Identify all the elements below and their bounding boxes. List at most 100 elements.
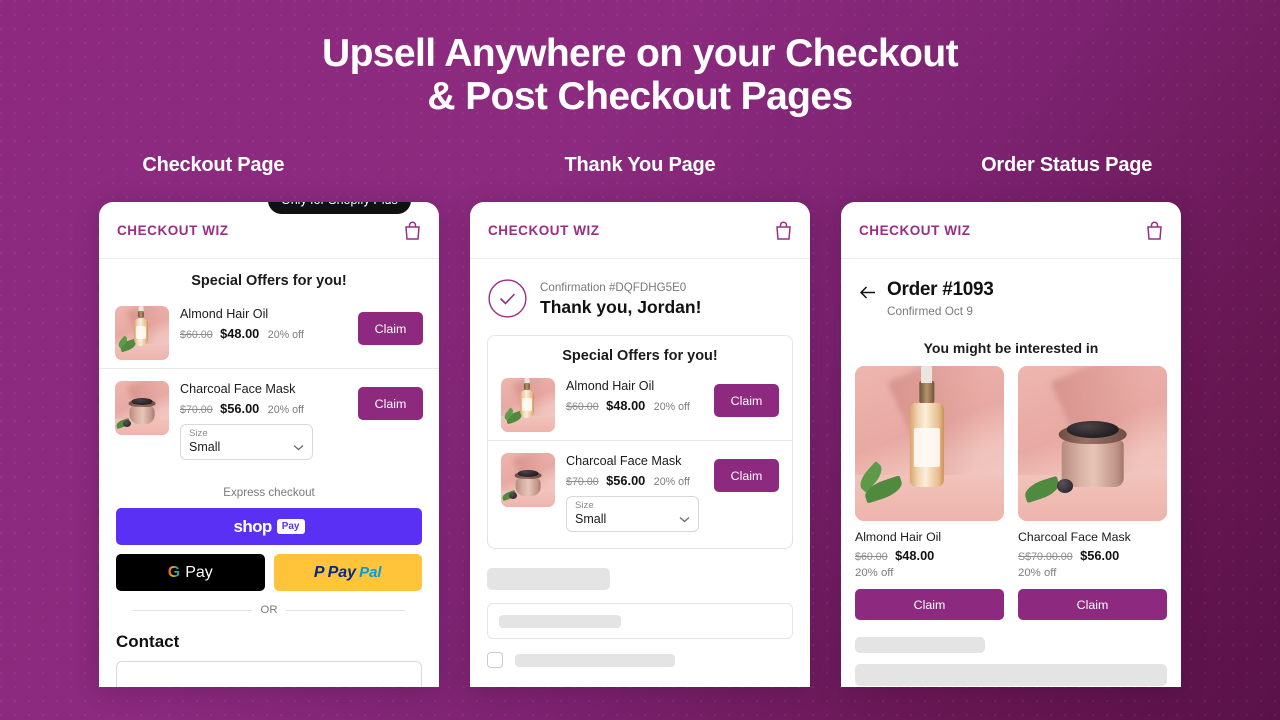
offer-name: Charcoal Face Mask (180, 382, 296, 396)
page-title-line2: & Post Checkout Pages (427, 75, 853, 118)
offer-row: Charcoal Face Mask $70.00 $56.00 20% off… (488, 440, 792, 540)
claim-button[interactable]: Claim (358, 387, 423, 420)
product-name: Charcoal Face Mask (1018, 530, 1131, 544)
checkbox[interactable] (487, 652, 503, 668)
placeholder-checkbox-row[interactable] (487, 652, 810, 668)
size-value: Small (575, 512, 607, 526)
product-old-price: $60.00 (855, 551, 888, 563)
offer-old-price: $70.00 (180, 404, 213, 416)
order-header: Order #1093 Confirmed Oct 9 (841, 259, 1181, 318)
brand-name: CHECKOUT WIZ (117, 222, 229, 238)
chevron-down-icon (293, 438, 304, 451)
google-pay-button[interactable]: G Pay (116, 554, 265, 591)
thank-you-page-card: CHECKOUT WIZ Confirmation #DQFDHG5E0 Tha… (470, 202, 810, 687)
product-discount: 20% off (855, 567, 894, 579)
column-title-order-status: Order Status Page (981, 154, 1153, 176)
offer-row: Almond Hair Oil $60.00 $48.00 20% off Cl… (488, 372, 792, 440)
offer-price: $48.00 (606, 398, 646, 413)
shop-pay-button[interactable]: shop Pay (116, 508, 422, 545)
product-price: $56.00 (1080, 548, 1120, 563)
claim-button[interactable]: Claim (714, 459, 779, 492)
size-select[interactable]: Size Small (180, 424, 313, 460)
product-card: Charcoal Face Mask S$70.00.00 $56.00 20%… (1018, 366, 1167, 620)
product-price: $48.00 (895, 548, 935, 563)
product-name: Almond Hair Oil (855, 530, 942, 544)
paypal-label-first: Pay (327, 563, 357, 581)
preview-cards: Only for Shopify Plus CHECKOUT WIZ Speci… (0, 202, 1280, 687)
offer-price: $56.00 (606, 473, 646, 488)
checkout-page-card: Only for Shopify Plus CHECKOUT WIZ Speci… (99, 202, 439, 687)
shopping-bag-icon[interactable] (404, 221, 421, 240)
shop-pay-pill: Pay (276, 519, 305, 534)
contact-input[interactable] (116, 661, 422, 687)
claim-button[interactable]: Claim (714, 384, 779, 417)
payment-buttons: shop Pay G Pay P Pay Pal OR (99, 508, 439, 616)
size-label: Size (189, 428, 208, 439)
brand-name: CHECKOUT WIZ (488, 222, 600, 238)
offer-prices: $70.00 $56.00 20% off (566, 472, 703, 490)
offer-prices: $70.00 $56.00 20% off (180, 400, 347, 418)
page-title-line1: Upsell Anywhere on your Checkout (322, 32, 959, 75)
recommendations-grid: Almond Hair Oil $60.00 $48.00 20% off Cl… (841, 366, 1181, 620)
claim-button[interactable]: Claim (1018, 589, 1167, 620)
express-checkout-label: Express checkout (223, 486, 315, 499)
column-title-checkout: Checkout Page (142, 154, 285, 176)
offer-old-price: $70.00 (566, 476, 599, 488)
product-card: Almond Hair Oil $60.00 $48.00 20% off Cl… (855, 366, 1004, 620)
contact-heading: Contact (116, 632, 180, 651)
product-old-price: S$70.00.00 (1018, 551, 1073, 563)
claim-button[interactable]: Claim (855, 589, 1004, 620)
size-value: Small (189, 440, 221, 454)
order-title: Order #1093 (887, 279, 994, 300)
google-pay-label: Pay (185, 563, 213, 581)
offer-name: Almond Hair Oil (180, 307, 269, 321)
confirmation-number: Confirmation #DQFDHG5E0 (540, 280, 687, 294)
size-select[interactable]: Size Small (566, 496, 699, 532)
shopping-bag-icon[interactable] (1146, 221, 1163, 240)
google-g-icon: G (167, 563, 181, 581)
offers-title: Special Offers for you! (191, 273, 347, 289)
charcoal-face-mask-photo (501, 453, 555, 507)
or-divider: OR (116, 591, 422, 616)
placeholder-block (855, 664, 1167, 686)
claim-button[interactable]: Claim (358, 312, 423, 345)
offers-widget: Special Offers for you! Almond Hair Oil … (487, 335, 793, 549)
check-circle-icon (488, 279, 527, 318)
charcoal-face-mask-photo[interactable] (1018, 366, 1167, 521)
order-status: Confirmed Oct 9 (887, 304, 973, 318)
offer-discount: 20% off (267, 329, 304, 341)
offer-old-price: $60.00 (566, 401, 599, 413)
shopping-bag-icon[interactable] (775, 221, 792, 240)
column-title-thank-you: Thank You Page (564, 154, 716, 176)
placeholder-input[interactable] (487, 603, 793, 639)
offer-prices: $60.00 $48.00 20% off (180, 325, 347, 343)
shop-pay-word: shop (233, 516, 272, 536)
card-brand-bar: CHECKOUT WIZ (841, 202, 1181, 259)
product-discount: 20% off (1018, 567, 1057, 579)
offer-old-price: $60.00 (180, 329, 213, 341)
product-prices: $60.00 $48.00 (855, 547, 1004, 565)
offer-prices: $60.00 $48.00 20% off (566, 397, 703, 415)
offers-title: Special Offers for you! (562, 348, 718, 364)
divider-line-left (133, 609, 252, 611)
paypal-icon: P (313, 563, 325, 581)
chevron-down-icon (679, 510, 690, 523)
thank-you-message: Thank you, Jordan! (540, 296, 702, 317)
back-arrow-icon[interactable] (859, 284, 876, 301)
card-brand-bar: CHECKOUT WIZ (470, 202, 810, 259)
offer-row: Charcoal Face Mask $70.00 $56.00 20% off… (99, 368, 439, 468)
offer-name: Almond Hair Oil (566, 379, 655, 393)
page-title: Upsell Anywhere on your Checkout & Post … (0, 32, 1280, 118)
almond-hair-oil-photo (501, 378, 555, 432)
size-label: Size (575, 500, 594, 511)
product-prices: S$70.00.00 $56.00 (1018, 547, 1167, 565)
offer-discount: 20% off (653, 401, 690, 413)
paypal-label-second: Pal (359, 564, 382, 581)
almond-hair-oil-photo (115, 306, 169, 360)
almond-hair-oil-photo[interactable] (855, 366, 1004, 521)
paypal-button[interactable]: P Pay Pal (273, 554, 422, 591)
column-titles: Checkout Page Thank You Page Order Statu… (0, 154, 1280, 177)
offer-price: $56.00 (220, 401, 260, 416)
or-label: OR (260, 604, 278, 616)
order-status-page-card: CHECKOUT WIZ Order #1093 Confirmed Oct 9… (841, 202, 1181, 687)
